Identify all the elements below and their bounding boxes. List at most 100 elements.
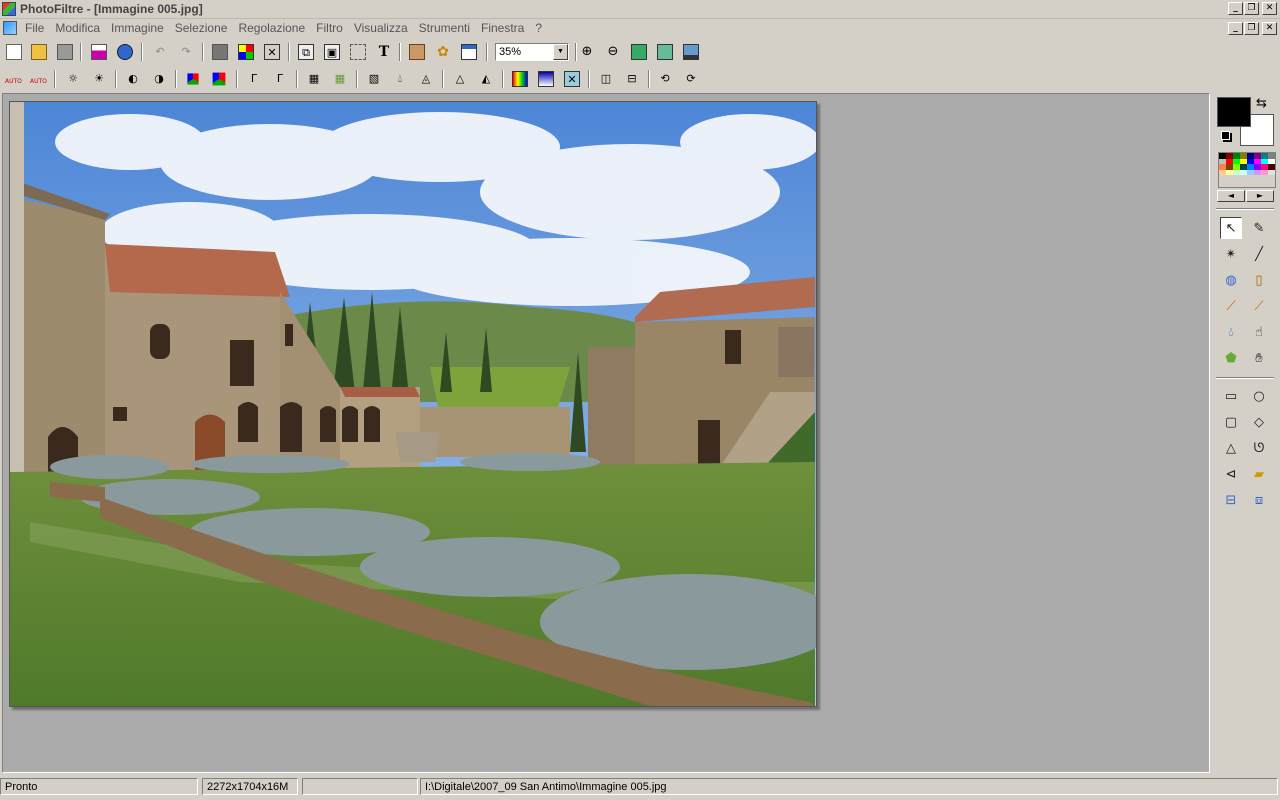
auto-levels-button[interactable]: AUTO: [2, 69, 24, 89]
menu-visualizza[interactable]: Visualizza: [351, 21, 416, 36]
saturation-minus-button[interactable]: [182, 69, 204, 89]
save-button[interactable]: [54, 42, 76, 62]
brightness-plus-button[interactable]: ☀: [88, 69, 110, 89]
menu-regolazione[interactable]: Regolazione: [235, 21, 313, 36]
load-shape-tool[interactable]: ▰: [1248, 463, 1270, 485]
grid-color-button[interactable]: ▦: [329, 69, 351, 89]
document-icon[interactable]: [3, 21, 17, 35]
rounded-rect-shape-tool[interactable]: ▢: [1220, 411, 1242, 433]
close-button[interactable]: ✕: [1262, 2, 1277, 15]
triangle-shape-tool[interactable]: △: [1220, 437, 1242, 459]
contrast-plus-button[interactable]: ◑: [148, 69, 170, 89]
palette-swatch[interactable]: [1219, 169, 1226, 175]
emboss-button[interactable]: ◭: [475, 69, 497, 89]
print-button[interactable]: [88, 42, 110, 62]
palette-swatch[interactable]: [1226, 169, 1233, 175]
grid-button[interactable]: ▦: [303, 69, 325, 89]
flip-vertical-button[interactable]: ⊟: [621, 69, 643, 89]
blur-tool[interactable]: 💧︎: [1220, 321, 1242, 343]
app-icon[interactable]: [2, 2, 16, 16]
plugins-button[interactable]: ✿: [432, 42, 454, 62]
scan-button[interactable]: [114, 42, 136, 62]
chevron-down-icon[interactable]: ▼: [553, 44, 568, 60]
copy-button[interactable]: ⧉: [295, 42, 317, 62]
text-button[interactable]: T: [373, 42, 395, 62]
zoom-out-button[interactable]: ⊖: [602, 42, 624, 62]
redo-button[interactable]: ↷: [175, 42, 197, 62]
new-button[interactable]: [3, 42, 25, 62]
palette-swatch[interactable]: [1233, 169, 1240, 175]
reset-colors-icon[interactable]: [1221, 131, 1230, 140]
doc-restore-button[interactable]: ❐: [1244, 22, 1259, 35]
transparency-button[interactable]: ✕: [261, 42, 283, 62]
crop-select-button[interactable]: [347, 42, 369, 62]
fullscreen-button[interactable]: [680, 42, 702, 62]
sharpen-button[interactable]: ◬: [415, 69, 437, 89]
lasso-tool[interactable]: ᘎ: [1248, 437, 1270, 459]
saturation-plus-button[interactable]: [208, 69, 230, 89]
sharpen-more-button[interactable]: △: [449, 69, 471, 89]
rectangle-shape-tool[interactable]: ▭: [1220, 385, 1242, 407]
zoom-in-button[interactable]: ⊕: [576, 42, 598, 62]
palette-swatch[interactable]: [1240, 169, 1247, 175]
actual-size-button[interactable]: [654, 42, 676, 62]
menu-filtro[interactable]: Filtro: [313, 21, 351, 36]
menu-strumenti[interactable]: Strumenti: [416, 21, 478, 36]
palette-prev-button[interactable]: ◄: [1217, 190, 1245, 202]
flip-horizontal-button[interactable]: ◫: [595, 69, 617, 89]
preview-button[interactable]: [458, 42, 480, 62]
gradient-bw-button[interactable]: [535, 69, 557, 89]
palette-swatch[interactable]: [1268, 169, 1275, 175]
automation-button[interactable]: [406, 42, 428, 62]
line-tool[interactable]: ╱: [1248, 243, 1270, 265]
menu-help[interactable]: ?: [532, 21, 550, 36]
smudge-tool[interactable]: ☝: [1248, 321, 1270, 343]
brush-tool[interactable]: ⟋: [1220, 295, 1242, 317]
palette-swatch[interactable]: [1254, 169, 1261, 175]
selection-tool[interactable]: ↖: [1220, 217, 1242, 239]
clone-stamp-tool[interactable]: ⬟: [1220, 347, 1242, 369]
contrast-minus-button[interactable]: ◐: [122, 69, 144, 89]
undo-button[interactable]: ↶: [149, 42, 171, 62]
ellipse-shape-tool[interactable]: ○: [1248, 385, 1270, 407]
paste-button[interactable]: ▣: [321, 42, 343, 62]
palette-swatch[interactable]: [1261, 169, 1268, 175]
menu-selezione[interactable]: Selezione: [172, 21, 236, 36]
menu-immagine[interactable]: Immagine: [108, 21, 172, 36]
minimize-button[interactable]: _: [1228, 2, 1243, 15]
gradient-button[interactable]: [509, 69, 531, 89]
color-mode-button[interactable]: [209, 42, 231, 62]
maximize-button[interactable]: ❐: [1244, 2, 1259, 15]
zoom-select[interactable]: 35% ▼: [495, 43, 569, 61]
fit-window-button[interactable]: [628, 42, 650, 62]
rotate-left-button[interactable]: ⟲: [654, 69, 676, 89]
open-button[interactable]: [28, 42, 50, 62]
palette-next-button[interactable]: ►: [1246, 190, 1274, 202]
advanced-brush-tool[interactable]: ⟋: [1248, 295, 1270, 317]
effect-button[interactable]: ✕: [561, 69, 583, 89]
gamma-minus-button[interactable]: Γ: [243, 69, 265, 89]
magic-wand-tool[interactable]: ✴: [1220, 243, 1242, 265]
menu-finestra[interactable]: Finestra: [478, 21, 532, 36]
fill-tool[interactable]: ◍: [1220, 269, 1242, 291]
soften-button[interactable]: 💧︎: [389, 69, 411, 89]
color-palette[interactable]: [1218, 152, 1276, 188]
diamond-shape-tool[interactable]: ◇: [1248, 411, 1270, 433]
blur-button[interactable]: ▧: [363, 69, 385, 89]
image-canvas[interactable]: [9, 101, 817, 707]
spray-tool[interactable]: ▯: [1248, 269, 1270, 291]
swap-colors-icon[interactable]: ⇆: [1256, 96, 1267, 111]
doc-close-button[interactable]: ✕: [1262, 22, 1277, 35]
palette-swatch[interactable]: [1247, 169, 1254, 175]
gamma-plus-button[interactable]: Γ: [269, 69, 291, 89]
auto-contrast-button[interactable]: AUTO: [27, 69, 49, 89]
menu-modifica[interactable]: Modifica: [52, 21, 108, 36]
palette-button[interactable]: [235, 42, 257, 62]
rotate-right-button[interactable]: ⟳: [680, 69, 702, 89]
hand-tool[interactable]: ✋︎: [1248, 347, 1270, 369]
foreground-color-swatch[interactable]: [1217, 97, 1251, 127]
brightness-minus-button[interactable]: ☼: [62, 69, 84, 89]
vertical-line-tool[interactable]: ⧈: [1248, 489, 1270, 511]
polygon-tool[interactable]: ⊲: [1220, 463, 1242, 485]
doc-minimize-button[interactable]: _: [1228, 22, 1243, 35]
